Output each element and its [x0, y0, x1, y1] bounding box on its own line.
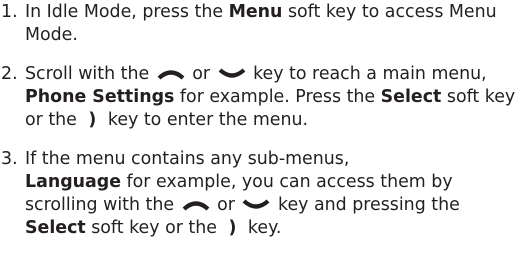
- down-key-icon: [218, 68, 246, 80]
- step-text: soft key or the: [85, 218, 223, 238]
- step-text: Scroll with the: [25, 64, 155, 84]
- menu-key-label: Menu: [228, 2, 283, 22]
- list-item: 1. In Idle Mode, press the Menu soft key…: [0, 1, 526, 47]
- step-number: 3.: [1, 149, 18, 169]
- step-text: or: [211, 195, 241, 215]
- step-text: for example. Press the: [174, 87, 381, 107]
- step-text: If the menu contains any sub-menus,: [25, 149, 350, 169]
- step-text: key to enter the menu.: [102, 110, 309, 130]
- phone-settings-label: Phone Settings: [25, 87, 175, 107]
- select-key-label: Select: [380, 87, 442, 107]
- step-text: key and pressing the: [272, 195, 460, 215]
- right-key-glyph: ): [88, 110, 97, 130]
- step-text: or: [186, 64, 216, 84]
- right-key-glyph: ): [228, 218, 237, 238]
- manual-page: 1. In Idle Mode, press the Menu soft key…: [0, 0, 526, 277]
- step-text: key.: [242, 218, 282, 238]
- step-number: 2.: [1, 64, 18, 84]
- list-item: 2. Scroll with the or key to reach a mai…: [0, 63, 526, 132]
- step-number: 1.: [1, 2, 18, 22]
- step-text: key to reach a main menu,: [247, 64, 487, 84]
- language-label: Language: [25, 172, 122, 192]
- select-key-label: Select: [25, 218, 86, 238]
- step-text: In Idle Mode, press the: [25, 2, 229, 22]
- list-item: 3. If the menu contains any sub-menus, La…: [0, 148, 526, 240]
- up-key-icon: [157, 68, 185, 80]
- up-key-icon: [182, 199, 210, 211]
- instruction-list: 1. In Idle Mode, press the Menu soft key…: [0, 1, 526, 240]
- down-key-icon: [242, 199, 270, 211]
